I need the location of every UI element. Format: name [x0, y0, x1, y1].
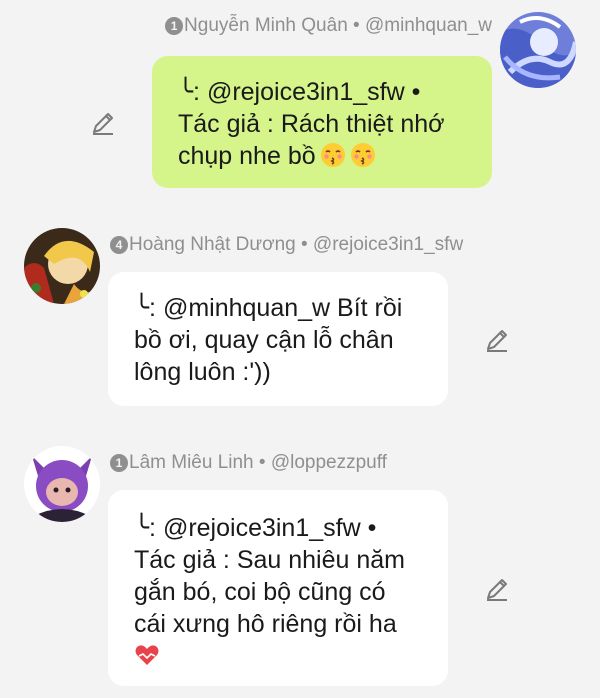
message-line: ╰: @rejoice3in1_sfw • — [134, 514, 377, 542]
heart-emoji — [135, 645, 159, 665]
level-badge: 1 — [110, 454, 128, 472]
avatar-image — [500, 12, 576, 88]
level-badge: 1 — [165, 17, 184, 35]
message-header: 1 Nguyễn Minh Quân • @minhquan_w — [165, 14, 492, 38]
author-name: Hoàng Nhật Dương • @rejoice3in1_sfw — [129, 234, 464, 255]
message-text: chụp nhe bồ — [178, 142, 316, 170]
message-bubble[interactable]: ╰: @rejoice3in1_sfw • Tác giả : Rách thi… — [152, 56, 492, 188]
message-header: 4 Hoàng Nhật Dương • @rejoice3in1_sfw — [110, 233, 463, 257]
message-bubble[interactable]: ╰: @minhquan_w Bít rồi bồ ơi, quay cận l… — [108, 272, 448, 406]
author-name: Nguyễn Minh Quân • @minhquan_w — [184, 15, 492, 36]
avatar-image — [24, 228, 100, 304]
avatar-image — [24, 446, 100, 522]
message-line: lông luôn :')) — [134, 358, 271, 386]
message-line: bồ ơi, quay cận lỗ chân — [134, 326, 394, 354]
kissing-closed-eyes-emoji — [350, 143, 375, 167]
emoji-line — [134, 640, 422, 672]
pencil-icon[interactable] — [484, 327, 510, 353]
message-line: Tác giả : Sau nhiêu năm — [134, 546, 405, 574]
message-bubble[interactable]: ╰: @rejoice3in1_sfw • Tác giả : Sau nhiê… — [108, 490, 448, 686]
message-line-with-emoji: chụp nhe bồ — [178, 140, 466, 172]
avatar[interactable] — [500, 12, 576, 88]
message-line: ╰: @rejoice3in1_sfw • — [178, 78, 421, 106]
message-line: Tác giả : Rách thiệt nhớ — [178, 110, 445, 138]
message-line: ╰: @minhquan_w Bít rồi — [134, 294, 403, 322]
message-line: cái xưng hô riêng rồi ha — [134, 610, 397, 638]
pencil-icon[interactable] — [484, 576, 510, 602]
kissing-closed-eyes-emoji — [320, 143, 345, 167]
author-name: Lâm Miêu Linh • @loppezzpuff — [129, 452, 387, 473]
message-line: gắn bó, coi bộ cũng có — [134, 578, 386, 606]
level-badge: 4 — [110, 236, 128, 254]
avatar[interactable] — [24, 228, 100, 304]
pencil-icon[interactable] — [90, 110, 116, 136]
avatar[interactable] — [24, 446, 100, 522]
message-header: 1 Lâm Miêu Linh • @loppezzpuff — [110, 451, 387, 475]
